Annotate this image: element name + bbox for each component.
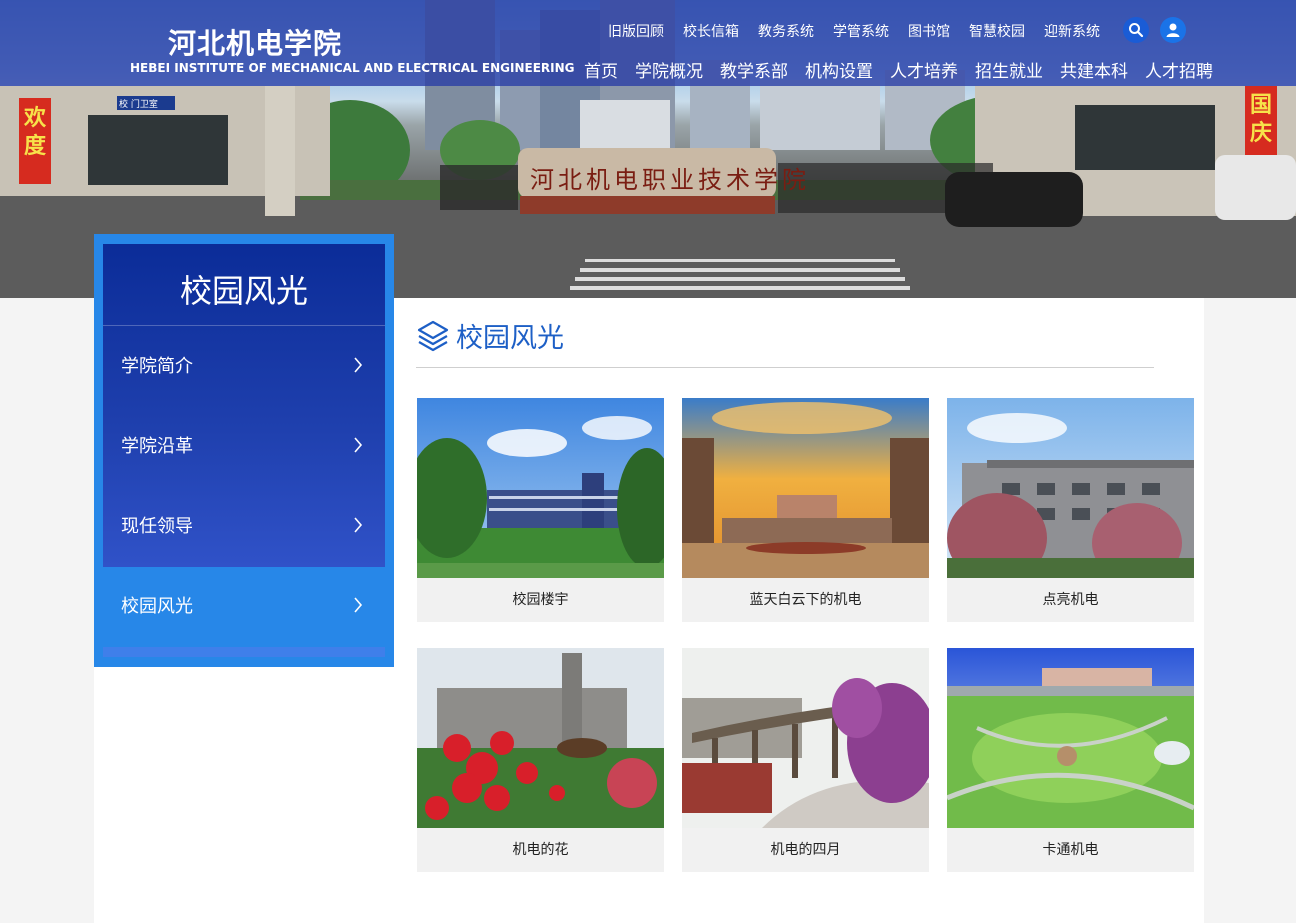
chevron-right-icon [354, 597, 363, 613]
nav-student-management[interactable]: 学管系统 [833, 21, 889, 41]
section-title: 校园风光 [456, 323, 564, 354]
nav-joint-undergraduate[interactable]: 共建本科 [1060, 57, 1128, 82]
gallery-card[interactable]: 校园楼宇 [417, 398, 664, 622]
guard-room-sign: 校 门卫室 [119, 100, 158, 110]
gallery-caption: 机电的花 [512, 842, 569, 858]
gallery-photo [947, 648, 1194, 828]
nav-college-overview[interactable]: 学院概况 [635, 57, 703, 82]
festival-banner-right: 国庆 [1249, 93, 1272, 146]
site-header: 河北机电学院 HEBEI INSTITUTE OF MECHANICAL AND… [0, 0, 1296, 86]
sidebar-title: 校园风光 [103, 244, 385, 326]
gallery-caption: 机电的四月 [770, 842, 841, 858]
nav-admission-employment[interactable]: 招生就业 [975, 57, 1043, 82]
sidebar-item-label: 校园风光 [121, 596, 193, 617]
sidebar-item-label: 学院简介 [121, 356, 193, 377]
gallery-photo [682, 648, 929, 828]
sidebar-item-label: 学院沿革 [121, 436, 193, 457]
gallery-card[interactable]: 机电的四月 [682, 648, 929, 872]
gallery-card[interactable]: 点亮机电 [947, 398, 1194, 622]
search-button[interactable] [1123, 17, 1149, 43]
user-icon [1166, 23, 1180, 37]
nav-recruitment[interactable]: 人才招聘 [1145, 57, 1213, 82]
nav-organization[interactable]: 机构设置 [805, 57, 873, 82]
chevron-right-icon [354, 517, 363, 533]
stone-inscription: 河北机电职业技术学院 [530, 166, 810, 194]
sidebar-item-campus-scenery[interactable]: 校园风光 [103, 567, 385, 647]
nav-departments[interactable]: 教学系部 [720, 57, 788, 82]
nav-academic-system[interactable]: 教务系统 [758, 21, 814, 41]
gallery-caption: 蓝天白云下的机电 [749, 592, 862, 608]
nav-old-version[interactable]: 旧版回顾 [608, 21, 664, 41]
section-heading: 校园风光 [416, 316, 564, 355]
utility-nav: 旧版回顾 校长信箱 教务系统 学管系统 图书馆 智慧校园 迎新系统 [608, 21, 1119, 41]
site-logo-subtitle[interactable]: HEBEI INSTITUTE OF MECHANICAL AND ELECTR… [130, 61, 575, 75]
chevron-right-icon [354, 357, 363, 373]
gallery-card[interactable]: 蓝天白云下的机电 [682, 398, 929, 622]
chevron-right-icon [354, 437, 363, 453]
festival-banner-left: 欢度 [23, 106, 46, 159]
main-nav: 首页 学院概况 教学系部 机构设置 人才培养 招生就业 共建本科 人才招聘 [584, 57, 1230, 82]
gallery-photo [417, 398, 664, 578]
site-logo-title[interactable]: 河北机电学院 [168, 22, 342, 62]
gallery-photo [682, 398, 929, 578]
layers-icon [417, 320, 449, 351]
sidebar-bottom-bar [103, 647, 385, 657]
gallery-photo [947, 398, 1194, 578]
gallery-caption: 卡通机电 [1042, 842, 1099, 858]
gallery-caption: 校园楼宇 [512, 592, 569, 608]
sidebar: 校园风光 学院简介 学院沿革 现任领导 校园风光 [94, 234, 394, 667]
search-icon [1129, 23, 1144, 38]
sidebar-item-leadership[interactable]: 现任领导 [103, 487, 385, 567]
nav-talent-training[interactable]: 人才培养 [890, 57, 958, 82]
gallery-caption: 点亮机电 [1042, 592, 1099, 608]
user-button[interactable] [1160, 17, 1186, 43]
sidebar-item-label: 现任领导 [121, 516, 193, 537]
nav-smart-campus[interactable]: 智慧校园 [969, 21, 1025, 41]
nav-president-mailbox[interactable]: 校长信箱 [683, 21, 739, 41]
sidebar-item-history[interactable]: 学院沿革 [103, 407, 385, 487]
nav-library[interactable]: 图书馆 [908, 21, 950, 41]
nav-freshman-system[interactable]: 迎新系统 [1044, 21, 1100, 41]
gallery-card[interactable]: 卡通机电 [947, 648, 1194, 872]
gallery-photo [417, 648, 664, 828]
nav-home[interactable]: 首页 [584, 57, 618, 82]
section-divider [416, 367, 1154, 368]
gallery-card[interactable]: 机电的花 [417, 648, 664, 872]
sidebar-item-intro[interactable]: 学院简介 [103, 327, 385, 407]
